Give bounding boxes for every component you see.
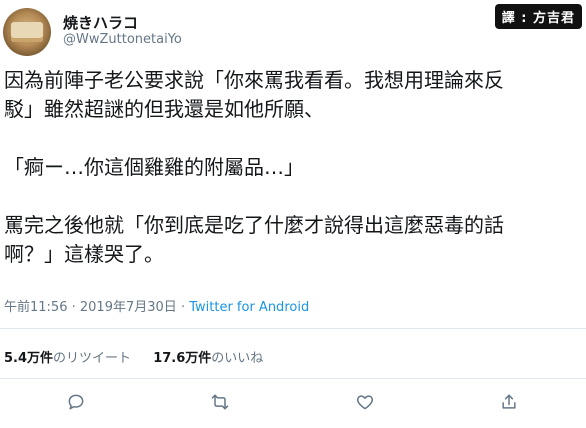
tweet-date[interactable]: 2019年7月30日 bbox=[80, 300, 177, 315]
tweet-time[interactable]: 午前11:56 bbox=[4, 300, 67, 315]
tweet-line: 駁」雖然超謎的但我還是如他所願、 bbox=[4, 97, 324, 121]
like-button[interactable] bbox=[353, 392, 377, 416]
like-label: のいいね bbox=[211, 351, 264, 366]
retweet-icon bbox=[210, 392, 230, 416]
tweet-line-break bbox=[4, 124, 579, 153]
divider bbox=[0, 328, 586, 329]
tweet-source-link[interactable]: Twitter for Android bbox=[189, 300, 309, 315]
tweet-meta: 午前11:56 · 2019年7月30日 · Twitter for Andro… bbox=[4, 296, 309, 315]
tweet-line: 因為前陣子老公要求說「你來罵我看看。我想用理論來反 bbox=[4, 68, 504, 92]
avatar-image bbox=[11, 22, 43, 42]
divider bbox=[0, 378, 586, 379]
meta-separator: · bbox=[180, 300, 186, 315]
share-icon bbox=[499, 392, 519, 416]
like-stat[interactable]: 17.6万件のいいね bbox=[153, 351, 263, 366]
display-name[interactable]: 焼きハラコ bbox=[63, 12, 138, 33]
meta-separator: · bbox=[71, 300, 76, 315]
like-count: 17.6万件 bbox=[153, 351, 212, 366]
reply-icon bbox=[66, 392, 86, 416]
retweet-stat[interactable]: 5.4万件のリツイート bbox=[4, 351, 131, 366]
tweet-text: 因為前陣子老公要求說「你來罵我看看。我想用理論來反 駁」雖然超謎的但我還是如他所… bbox=[4, 66, 579, 269]
heart-icon bbox=[355, 392, 375, 416]
tweet-line: 罵完之後他就「你到底是吃了什麼才說得出這麼惡毒的話 bbox=[4, 213, 504, 237]
tweet-line-break bbox=[4, 182, 579, 211]
avatar[interactable] bbox=[3, 8, 51, 56]
retweet-count: 5.4万件 bbox=[4, 351, 54, 366]
user-handle[interactable]: @WwZuttonetaiYo bbox=[63, 32, 182, 47]
tweet-actions bbox=[0, 392, 586, 416]
translator-watermark: 譯 : 方吉君 bbox=[494, 4, 582, 29]
reply-button[interactable] bbox=[64, 392, 88, 416]
retweet-label: のリツイート bbox=[53, 351, 132, 366]
tweet-stats: 5.4万件のリツイート 17.6万件のいいね bbox=[4, 347, 281, 366]
tweet-line: 啊？」這樣哭了。 bbox=[4, 242, 164, 266]
retweet-button[interactable] bbox=[208, 392, 232, 416]
share-button[interactable] bbox=[497, 392, 521, 416]
tweet-line: 「痾ー…你這個雞雞的附屬品…」 bbox=[4, 155, 304, 179]
